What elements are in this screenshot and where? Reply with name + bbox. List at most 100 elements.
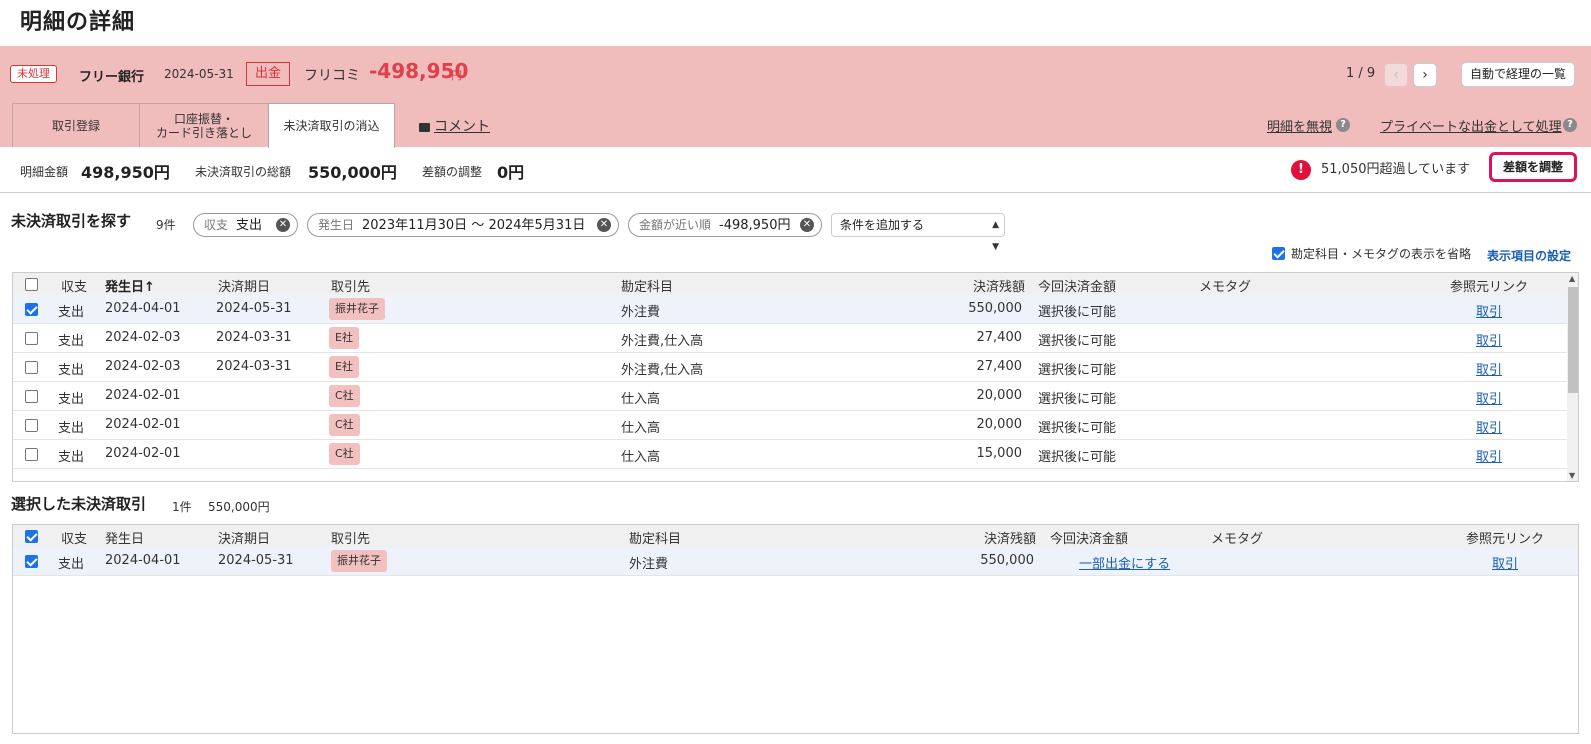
tab-account-transfer[interactable]: 口座振替・ カード引き落とし	[139, 103, 269, 147]
col-this-amount: 今回決済金額	[1050, 532, 1129, 547]
select-all-checkbox[interactable]	[25, 277, 38, 292]
cell-type: 支出	[58, 450, 85, 465]
filter-chip-amount[interactable]: 金額が近い順 -498,950円 ✕	[628, 213, 822, 237]
checkbox[interactable]	[25, 303, 38, 316]
chip-label: 発生日	[318, 218, 355, 232]
checkbox[interactable]	[25, 390, 38, 403]
partner-tag: C社	[329, 443, 360, 465]
hide-memo-toggle[interactable]: 勘定科目・メモタグの表示を省略	[1272, 245, 1471, 262]
table-row[interactable]: 支出 2024-02-01 仕入高 C社 20,000 選択後に可能 取引	[13, 382, 1578, 411]
filter-chip-type[interactable]: 収支 支出 ✕	[193, 213, 298, 237]
scrollbar-thumb[interactable]	[1568, 287, 1578, 393]
col-due[interactable]: 決済期日	[218, 276, 270, 295]
partner-tag: 振井花子	[331, 550, 387, 572]
tab-register[interactable]: 取引登録	[12, 103, 140, 147]
table-row[interactable]: 支出 2024-04-01 2024-05-31 外注費 振井花子 550,000 一部出金…	[13, 547, 1578, 576]
prev-statement-button[interactable]: ‹	[1384, 63, 1408, 87]
col-ref: 参照元リンク	[1466, 532, 1545, 547]
table-row[interactable]: 支出 2024-02-03 2024-03-31 外注費,仕入高 E社 27,400 選択後…	[13, 324, 1578, 353]
table-row[interactable]: 支出 2024-02-01 仕入高 C社 20,000 選択後に可能 取引	[13, 411, 1578, 440]
row-checkbox[interactable]	[25, 331, 38, 346]
cell-account: 外注費	[629, 557, 669, 572]
private-expense-link[interactable]: プライベートな出金として処理	[1380, 116, 1562, 135]
table-row[interactable]: 支出 2024-02-03 2024-03-31 外注費,仕入高 E社 27,400 選択後…	[13, 353, 1578, 382]
ref-link[interactable]: 取引	[1476, 359, 1502, 378]
partial-payment-link[interactable]: 一部出金にする	[1079, 553, 1170, 572]
checkbox[interactable]	[25, 555, 38, 568]
ref-link[interactable]: 取引	[1476, 301, 1502, 320]
row-checkbox[interactable]	[25, 302, 38, 317]
cell-balance: 20,000	[976, 388, 1023, 403]
help-icon[interactable]: ?	[1336, 118, 1350, 132]
summary-bar: 明細金額 498,950円 未決済取引の総額 550,000円 差額の調整 0円…	[0, 147, 1591, 193]
ref-link[interactable]: 取引	[1476, 330, 1502, 349]
ref-link[interactable]: 取引	[1476, 417, 1502, 436]
search-result-count: 9件	[156, 218, 176, 232]
col-memo: メモタグ	[1211, 532, 1264, 547]
select-all-checkbox[interactable]	[25, 529, 38, 544]
checkbox[interactable]	[1272, 247, 1285, 260]
cell-balance: 27,400	[976, 330, 1023, 345]
cell-account: 外注費,仕入高	[621, 363, 704, 378]
table-row[interactable]: 支出 2024-04-01 2024-05-31 外注費 振井花子 550,000 選択後に…	[13, 295, 1578, 324]
cell-balance: 27,400	[976, 359, 1023, 374]
tab-label: 取引登録	[51, 118, 100, 133]
checkbox[interactable]	[25, 361, 38, 374]
ref-link[interactable]: 取引	[1476, 446, 1502, 465]
table-row[interactable]: 支出 2024-02-01 仕入高 C社 15,000 選択後に可能 取引	[13, 440, 1578, 469]
tab-label: 口座振替・ カード引き落とし	[156, 112, 252, 140]
col-ref: 参照元リンク	[1450, 280, 1529, 295]
cell-account: 外注費,仕入高	[621, 334, 704, 349]
row-checkbox[interactable]	[25, 418, 38, 433]
cell-account: 仕入高	[621, 421, 661, 436]
col-type[interactable]: 収支	[61, 276, 87, 295]
col-this-amount[interactable]: 今回決済金額	[1038, 276, 1116, 295]
filter-chip-date[interactable]: 発生日 2023年11月30日 〜 2024年5月31日 ✕	[307, 213, 619, 237]
row-checkbox[interactable]	[25, 389, 38, 404]
table-scrollbar[interactable]: ▲ ▼	[1567, 273, 1578, 481]
col-partner[interactable]: 取引先	[331, 276, 370, 295]
row-checkbox[interactable]	[25, 447, 38, 462]
add-condition-label: 条件を追加する	[840, 218, 925, 232]
chip-value: 2023年11月30日 〜 2024年5月31日	[362, 218, 586, 233]
remove-filter-icon[interactable]: ✕	[276, 218, 290, 232]
scroll-down-icon[interactable]: ▼	[1569, 471, 1575, 480]
remove-filter-icon[interactable]: ✕	[800, 218, 814, 232]
cell-type: 支出	[58, 421, 85, 436]
search-section-title: 未決済取引を探す	[11, 212, 132, 230]
cell-date: 2024-02-01	[105, 388, 181, 403]
comment-link[interactable]: コメント	[419, 116, 490, 136]
col-date[interactable]: 発生日↑	[105, 276, 155, 295]
add-condition-select[interactable]: 条件を追加する ▲ ▼	[831, 213, 1005, 252]
cell-balance: 550,000	[968, 301, 1022, 316]
selected-section-title: 選択した未決済取引	[11, 495, 147, 513]
scroll-up-icon[interactable]: ▲	[1569, 274, 1575, 283]
cell-this-amount: 選択後に可能	[1038, 305, 1117, 320]
checkbox[interactable]	[25, 448, 38, 461]
col-balance[interactable]: 決済残額	[973, 276, 1025, 295]
partner-tag: C社	[329, 414, 360, 436]
display-settings-link[interactable]: 表示項目の設定	[1487, 247, 1571, 264]
statement-amount-label: 明細金額	[20, 165, 69, 179]
help-icon[interactable]: ?	[1563, 118, 1577, 132]
col-account[interactable]: 勘定科目	[621, 276, 673, 295]
tab-settle-unsettled[interactable]: 未決済取引の消込	[268, 103, 395, 148]
checkbox[interactable]	[25, 419, 38, 432]
remove-filter-icon[interactable]: ✕	[597, 218, 611, 232]
ignore-statement-link[interactable]: 明細を無視	[1267, 116, 1332, 135]
adjust-difference-button[interactable]: 差額を調整	[1489, 152, 1577, 182]
cell-this-amount: 選択後に可能	[1038, 450, 1117, 465]
ref-link[interactable]: 取引	[1476, 388, 1502, 407]
statement-date: 2024-05-31	[164, 67, 234, 81]
row-checkbox[interactable]	[25, 360, 38, 375]
auto-list-button[interactable]: 自動で経理の一覧	[1461, 62, 1575, 87]
page-title: 明細の詳細	[20, 10, 136, 35]
cell-date: 2024-04-01	[105, 553, 181, 568]
checkbox[interactable]	[25, 332, 38, 345]
cell-balance: 550,000	[980, 553, 1034, 568]
statement-description: フリコミ	[304, 68, 360, 84]
col-account: 勘定科目	[629, 532, 682, 547]
ref-link[interactable]: 取引	[1492, 553, 1518, 572]
next-statement-button[interactable]: ›	[1413, 63, 1437, 87]
row-checkbox[interactable]	[25, 554, 38, 569]
